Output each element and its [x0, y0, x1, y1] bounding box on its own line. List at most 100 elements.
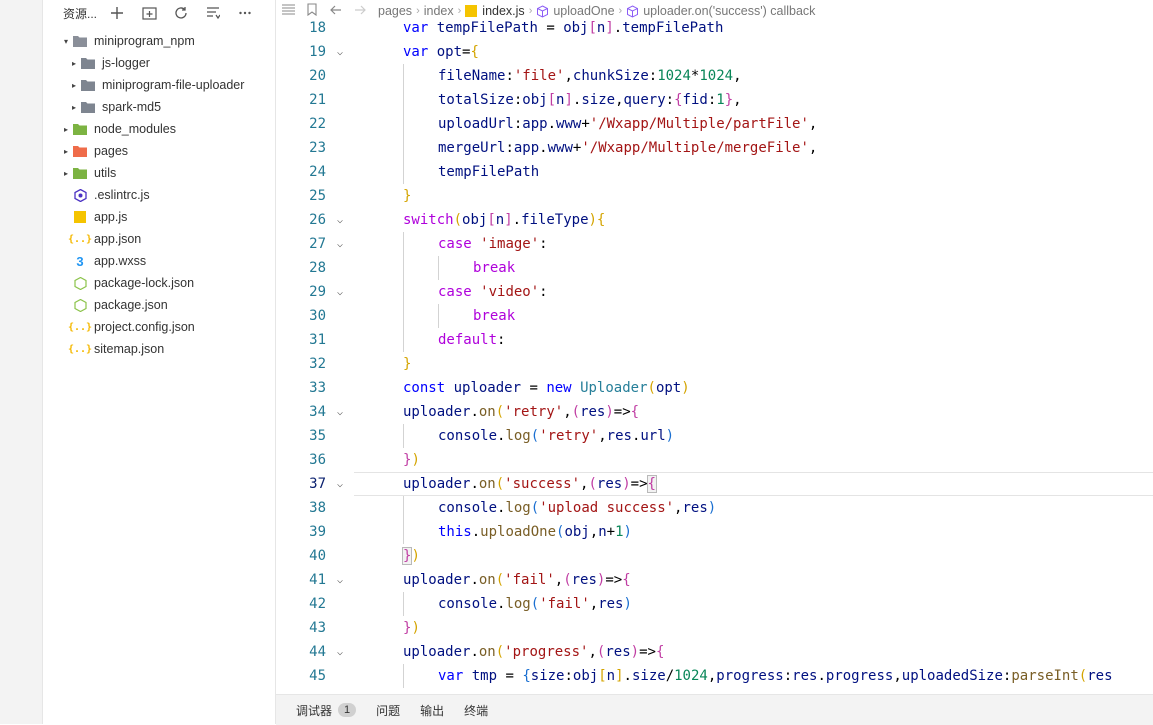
fold-chevron-icon[interactable]: ⌵ — [326, 287, 354, 298]
code-line[interactable]: 24 tempFilePath — [276, 160, 1153, 184]
code-line[interactable]: 21 totalSize:obj[n].size,query:{fid:1}, — [276, 88, 1153, 112]
tree-file-project-config[interactable]: {..} project.config.json — [43, 316, 275, 338]
code-line[interactable]: 28 break — [276, 256, 1153, 280]
code-line[interactable]: 26 ⌵ switch(obj[n].fileType){ — [276, 208, 1153, 232]
code-line[interactable]: 43}) — [276, 616, 1153, 640]
tree-file-sitemap[interactable]: {..} sitemap.json — [43, 338, 275, 360]
code-line[interactable]: 41 ⌵ uploader.on('fail',(res)=>{ — [276, 568, 1153, 592]
code-line[interactable]: 22 uploadUrl:app.www+'/Wxapp/Multiple/par… — [276, 112, 1153, 136]
fold-chevron-icon[interactable]: ⌵ — [326, 575, 354, 586]
fold-chevron-icon[interactable]: ⌵ — [326, 215, 354, 226]
tree-file-app-json[interactable]: {..} app.json — [43, 228, 275, 250]
fold-chevron-icon[interactable]: ⌵ — [326, 47, 354, 58]
tab-terminal[interactable]: 终端 — [464, 702, 488, 719]
indent-guide — [403, 232, 404, 256]
tree-folder-utils[interactable]: ▸ utils — [43, 162, 275, 184]
tree-file-app-wxss[interactable]: 3 app.wxss — [43, 250, 275, 272]
chevron-right-icon: ▸ — [71, 80, 76, 90]
code-line[interactable]: 20 fileName:'file',chunkSize:1024*1024, — [276, 64, 1153, 88]
arrow-right-icon — [355, 5, 366, 15]
code-line[interactable]: 40}) — [276, 544, 1153, 568]
tree-file-package-lock[interactable]: package-lock.json — [43, 272, 275, 294]
json-file-icon: {..} — [67, 321, 93, 333]
code-line[interactable]: 34 ⌵ uploader.on('retry',(res)=>{ — [276, 400, 1153, 424]
code-text: uploader.on('progress',(res)=>{ — [403, 644, 665, 660]
code-line[interactable]: 30 break — [276, 304, 1153, 328]
code-line[interactable]: 35 console.log('retry',res.url) — [276, 424, 1153, 448]
indent-guide — [403, 88, 404, 112]
tree-item-label: app.json — [94, 232, 142, 246]
code-line[interactable]: 44 ⌵ uploader.on('progress',(res)=>{ — [276, 640, 1153, 664]
refresh-button[interactable] — [165, 6, 197, 20]
fold-chevron-icon[interactable]: ⌵ — [326, 479, 354, 490]
code-lines[interactable]: 18 var tempFilePath = obj[n].tempFilePath… — [276, 16, 1153, 688]
new-folder-button[interactable] — [133, 6, 165, 20]
tree-folder-node-modules[interactable]: ▸ node_modules — [43, 118, 275, 140]
code-line[interactable]: 27 ⌵ case 'image': — [276, 232, 1153, 256]
indent-guide — [403, 256, 404, 280]
indent-guide — [403, 112, 404, 136]
tree-file-eslintrc[interactable]: .eslintrc.js — [43, 184, 275, 206]
code-text: this.uploadOne(obj,n+1) — [438, 524, 632, 540]
code-editor[interactable]: pages › index › index.js › uploadOne › u… — [276, 0, 1153, 694]
tab-output[interactable]: 输出 — [420, 702, 444, 719]
pages-folder-icon — [73, 144, 87, 158]
tree-item-label: miniprogram_npm — [94, 34, 195, 48]
code-line[interactable]: 18 var tempFilePath = obj[n].tempFilePath — [276, 16, 1153, 40]
code-line[interactable]: 19 ⌵ var opt={ — [276, 40, 1153, 64]
code-line[interactable]: 36}) — [276, 448, 1153, 472]
code-line[interactable]: 29 ⌵ case 'video': — [276, 280, 1153, 304]
code-text: fileName:'file',chunkSize:1024*1024, — [438, 68, 742, 84]
code-line[interactable]: 37 ⌵ uploader.on('success',(res)=>{ — [276, 472, 1153, 496]
tree-folder-miniprogram-file-uploader[interactable]: ▸ miniprogram-file-uploader — [43, 74, 275, 96]
code-text: }) — [401, 547, 420, 565]
line-number: 34 — [309, 404, 326, 420]
line-number: 36 — [309, 452, 326, 468]
fold-chevron-icon[interactable]: ⌵ — [326, 407, 354, 418]
line-number: 38 — [309, 500, 326, 516]
code-line[interactable]: 31 default: — [276, 328, 1153, 352]
code-line[interactable]: 33 const uploader = new Uploader(opt) — [276, 376, 1153, 400]
code-text: break — [473, 308, 516, 324]
fold-chevron-icon[interactable]: ⌵ — [326, 239, 354, 250]
chevron-right-icon: ▸ — [71, 58, 76, 68]
code-line[interactable]: 39 this.uploadOne(obj,n+1) — [276, 520, 1153, 544]
line-number: 23 — [309, 140, 326, 156]
json-file-icon: {..} — [67, 233, 93, 245]
tree-file-package-json[interactable]: package.json — [43, 294, 275, 316]
indent-guide — [403, 304, 404, 328]
node-package-icon — [73, 298, 87, 312]
tree-folder-js-logger[interactable]: ▸ js-logger — [43, 52, 275, 74]
tree-folder-pages[interactable]: ▸ pages — [43, 140, 275, 162]
tree-item-label: pages — [94, 144, 129, 158]
indent-guide — [403, 520, 404, 544]
tree-folder-miniprogram-npm[interactable]: ▾ miniprogram_npm — [43, 30, 275, 52]
tab-debugger[interactable]: 调试器 1 — [296, 702, 357, 719]
line-number: 39 — [309, 524, 326, 540]
arrow-left-icon — [330, 5, 341, 15]
tree-folder-spark-md5[interactable]: ▸ spark-md5 — [43, 96, 275, 118]
new-file-button[interactable] — [101, 6, 133, 20]
tab-problems[interactable]: 问题 — [376, 702, 400, 719]
activity-bar — [0, 0, 43, 724]
code-line[interactable]: 42 console.log('fail',res) — [276, 592, 1153, 616]
refresh-icon — [175, 7, 187, 19]
fold-chevron-icon[interactable]: ⌵ — [326, 647, 354, 658]
code-line[interactable]: 23 mergeUrl:app.www+'/Wxapp/Multiple/merg… — [276, 136, 1153, 160]
tab-terminal-label: 终端 — [464, 703, 489, 718]
indent-guide — [403, 664, 404, 688]
collapse-all-button[interactable] — [197, 6, 229, 20]
tree-file-app-js[interactable]: app.js — [43, 206, 275, 228]
code-line[interactable]: 25} — [276, 184, 1153, 208]
code-text: default: — [438, 332, 506, 348]
code-line[interactable]: 45 var tmp = {size:obj[n].size/1024,progr… — [276, 664, 1153, 688]
more-actions-button[interactable] — [229, 6, 261, 20]
folder-icon — [81, 100, 95, 114]
line-number: 28 — [309, 260, 326, 276]
line-number: 27 — [309, 236, 326, 252]
code-line[interactable]: 38 console.log('upload success',res) — [276, 496, 1153, 520]
line-number: 19 — [309, 44, 326, 60]
code-line[interactable]: 32} — [276, 352, 1153, 376]
tab-output-label: 输出 — [420, 703, 445, 718]
indent-guide — [403, 160, 404, 184]
